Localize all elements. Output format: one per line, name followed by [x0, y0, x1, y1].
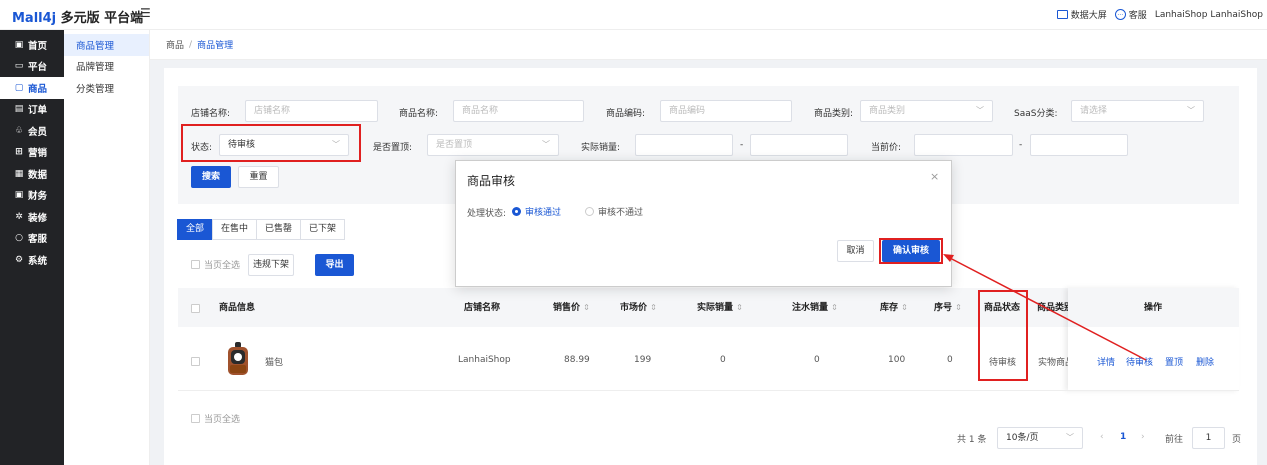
annotation-arrow	[943, 254, 1147, 361]
